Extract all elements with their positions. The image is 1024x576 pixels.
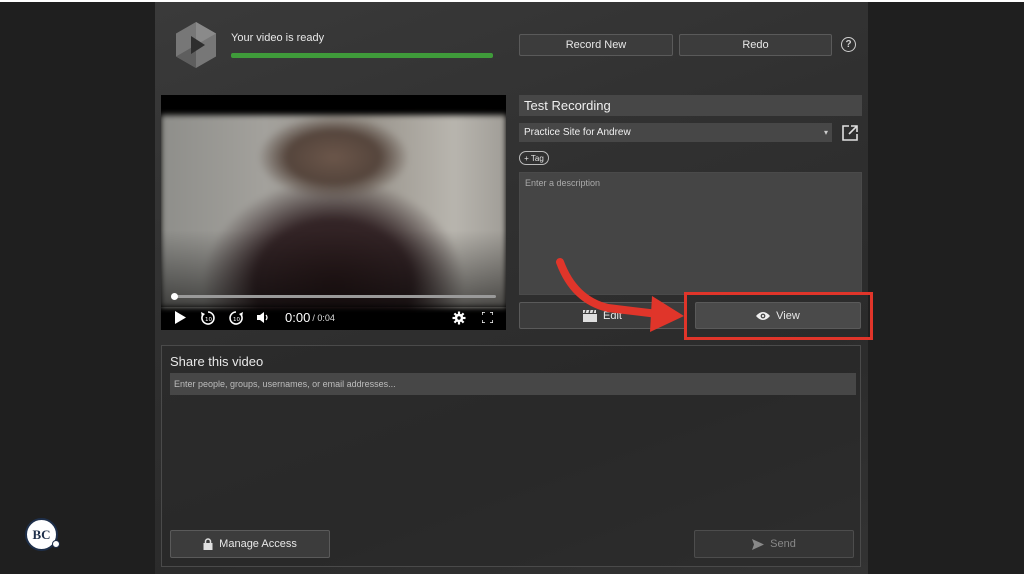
help-icon[interactable]: ? bbox=[841, 37, 856, 52]
chevron-down-icon: ▾ bbox=[823, 128, 828, 137]
view-button-highlight bbox=[684, 292, 873, 340]
share-title: Share this video bbox=[170, 354, 264, 369]
rewind-10-icon[interactable]: 10 bbox=[197, 307, 219, 329]
description-placeholder: Enter a description bbox=[525, 178, 601, 188]
play-icon[interactable] bbox=[169, 307, 191, 329]
send-icon bbox=[752, 538, 765, 550]
video-title-input[interactable]: Test Recording bbox=[519, 95, 862, 116]
video-player[interactable]: 10 10 0:00 / 0:04 bbox=[161, 95, 506, 330]
folder-select-value: Practice Site for Andrew bbox=[524, 127, 631, 138]
upload-progress-fill bbox=[231, 53, 493, 58]
video-scrubber[interactable] bbox=[171, 295, 496, 298]
current-time: 0:00 bbox=[285, 310, 311, 325]
video-ready-status: Your video is ready bbox=[231, 32, 325, 44]
add-tag-button[interactable]: + Tag bbox=[519, 151, 549, 165]
scrubber-handle[interactable] bbox=[171, 293, 178, 300]
svg-text:10: 10 bbox=[233, 317, 240, 323]
manage-access-button[interactable]: Manage Access bbox=[170, 530, 330, 558]
video-controls: 10 10 0:00 / 0:04 bbox=[161, 305, 506, 330]
forward-10-icon[interactable]: 10 bbox=[225, 307, 247, 329]
folder-select[interactable]: Practice Site for Andrew ▾ bbox=[519, 123, 832, 142]
open-folder-external-icon[interactable] bbox=[840, 123, 860, 143]
record-new-button[interactable]: Record New bbox=[519, 34, 673, 56]
svg-text:10: 10 bbox=[205, 317, 212, 323]
lock-icon bbox=[203, 538, 213, 550]
fullscreen-icon[interactable] bbox=[476, 307, 498, 329]
annotation-arrow-icon bbox=[556, 258, 684, 332]
upload-progress-bar bbox=[231, 53, 493, 58]
settings-gear-icon[interactable] bbox=[448, 307, 470, 329]
redo-button[interactable]: Redo bbox=[679, 34, 832, 56]
panopto-logo-icon bbox=[176, 22, 216, 68]
volume-icon[interactable] bbox=[253, 307, 275, 329]
video-duration: / 0:04 bbox=[312, 312, 335, 323]
bc-logo-dot bbox=[52, 540, 60, 548]
share-recipients-input[interactable]: Enter people, groups, usernames, or emai… bbox=[170, 373, 856, 395]
send-button-label: Send bbox=[770, 538, 796, 550]
manage-access-label: Manage Access bbox=[219, 538, 297, 550]
send-button[interactable]: Send bbox=[694, 530, 854, 558]
